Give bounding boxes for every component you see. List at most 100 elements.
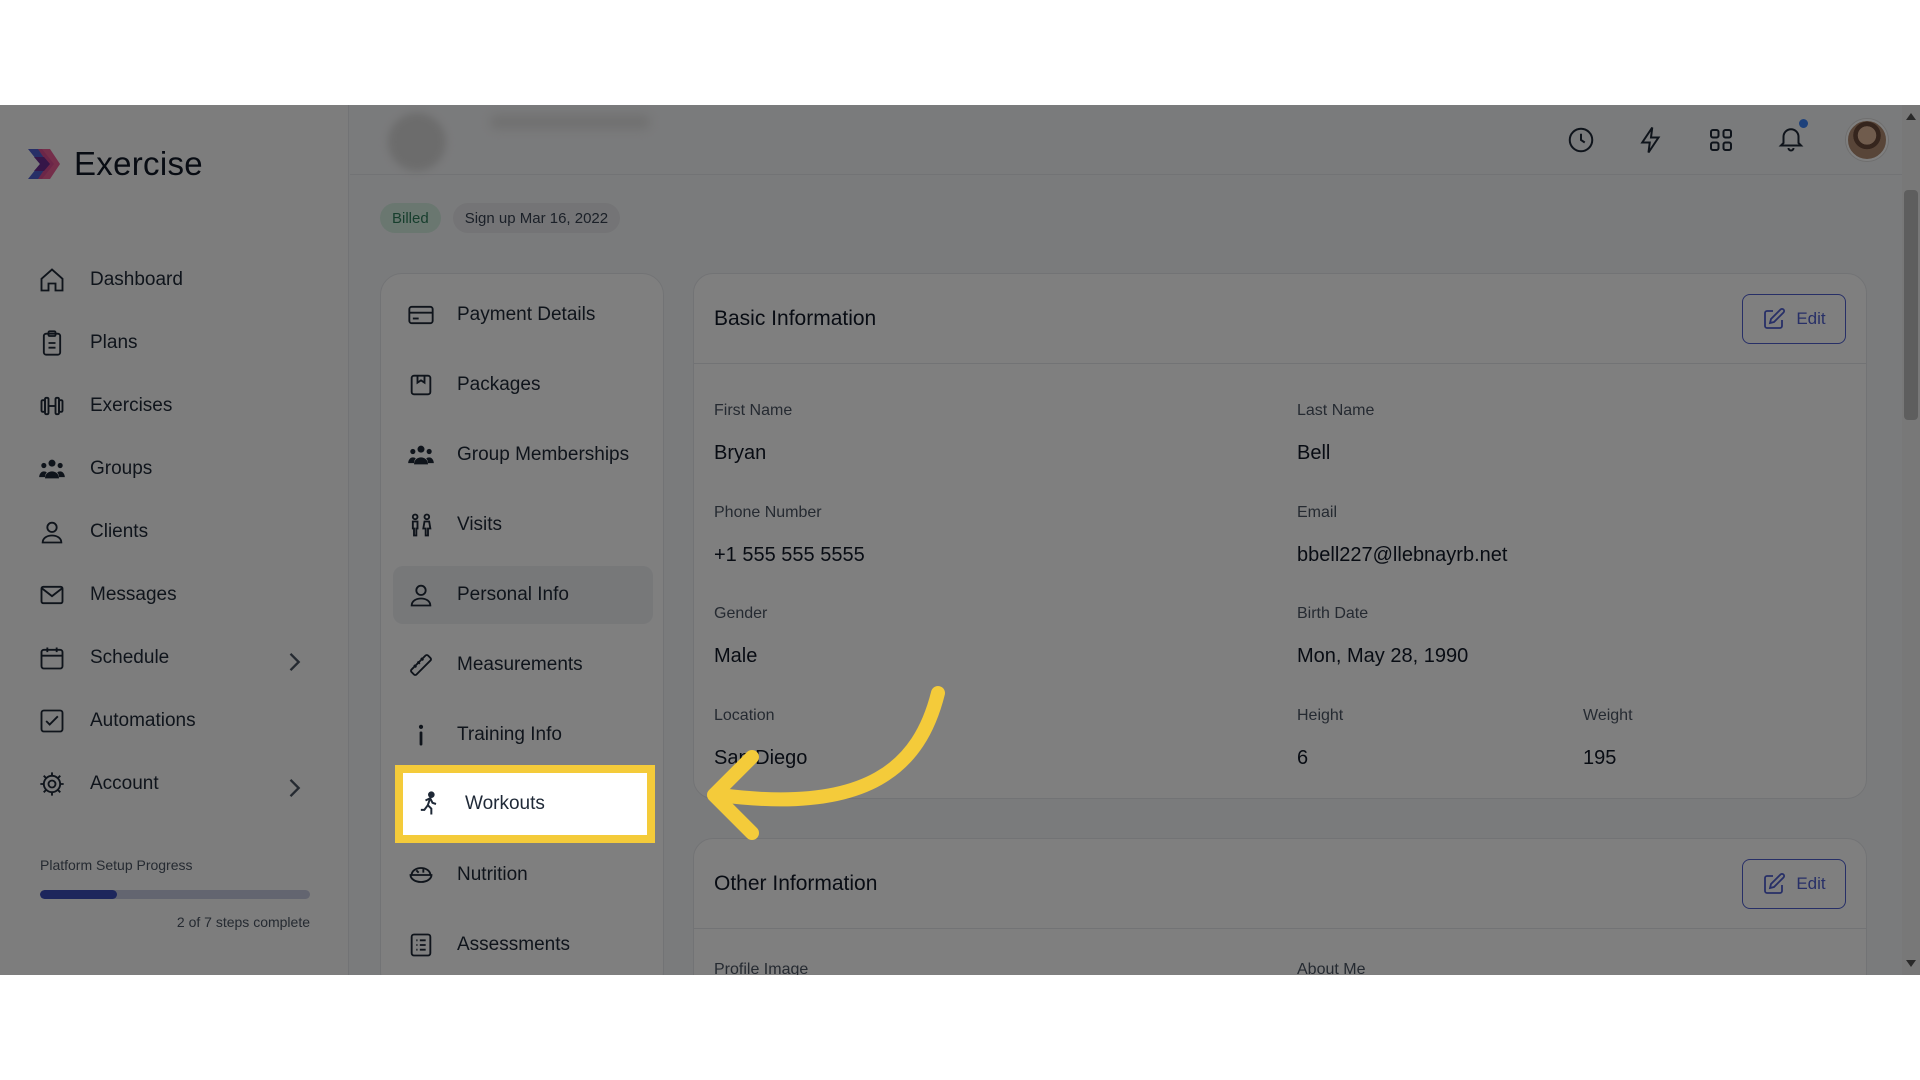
brand[interactable]: Exercise <box>24 145 203 183</box>
nav-item-account[interactable]: Account <box>38 752 308 815</box>
page-scrollbar[interactable] <box>1902 105 1920 975</box>
billed-badge: Billed <box>380 203 441 233</box>
user-avatar[interactable] <box>1846 119 1888 161</box>
dumbbell-icon <box>40 396 64 415</box>
nav-item-label: Messages <box>90 583 177 605</box>
calendar-icon <box>40 647 64 669</box>
submenu-item-payment-details[interactable]: Payment Details <box>393 286 653 344</box>
field-label: Phone Number <box>714 504 822 521</box>
edit-basic-info-button[interactable]: Edit <box>1742 293 1846 344</box>
edit-icon <box>1764 872 1786 894</box>
submenu-item-label: Training Info <box>457 724 562 745</box>
nav-item-clients[interactable]: Clients <box>38 500 308 563</box>
user-icon <box>41 521 63 543</box>
basic-information-header: Basic Information Edit <box>694 274 1866 364</box>
submenu-item-label: Nutrition <box>457 864 528 885</box>
progress-count: 2 of 7 steps complete <box>176 914 310 930</box>
birth-date-field: Birth Date Mon, May 28, 1990 <box>1297 605 1468 668</box>
submenu-item-nutrition[interactable]: Nutrition <box>393 846 653 904</box>
submenu-item-packages[interactable]: Packages <box>393 356 653 414</box>
nav-item-groups[interactable]: Groups <box>38 437 308 500</box>
submenu-item-group-memberships[interactable]: Group Memberships <box>393 426 653 484</box>
submenu-item-label: Visits <box>457 514 503 535</box>
email-field: Email bbell227@llebnayrb.net <box>1297 504 1507 567</box>
chevron-right-icon <box>289 779 301 797</box>
field-value: 6 <box>1297 747 1309 769</box>
progress-track <box>40 890 310 899</box>
field-label: About Me <box>1297 961 1366 975</box>
blurred-client-avatar <box>388 113 446 171</box>
about-me-field: About Me <box>1297 961 1365 975</box>
field-value: Male <box>714 645 758 667</box>
field-value: Bryan <box>714 442 767 464</box>
nav-item-messages[interactable]: Messages <box>38 563 308 626</box>
running-icon <box>420 791 437 815</box>
submenu-item-visits[interactable]: Visits <box>393 496 653 554</box>
card-title: Basic Information <box>714 306 877 330</box>
brand-logo-icon <box>28 149 60 179</box>
apps-grid-icon[interactable] <box>1706 125 1736 155</box>
submenu-item-training-info[interactable]: Training Info <box>393 706 653 764</box>
nav-item-label: Clients <box>90 520 149 542</box>
field-label: Email <box>1297 504 1338 521</box>
submenu-item-label: Group Memberships <box>457 444 630 465</box>
clock-icon[interactable] <box>1566 125 1596 155</box>
submenu-item-label: Assessments <box>457 934 570 955</box>
edit-other-info-button[interactable]: Edit <box>1742 858 1846 909</box>
lightning-icon[interactable] <box>1636 125 1666 155</box>
location-field: Location San Diego <box>714 707 807 770</box>
field-label: Gender <box>714 605 768 622</box>
nav-item-dashboard[interactable]: Dashboard <box>38 248 308 311</box>
nav-item-label: Plans <box>90 331 138 353</box>
submenu-item-label: Payment Details <box>457 304 596 325</box>
phone-field: Phone Number +1 555 555 5555 <box>714 504 865 567</box>
field-value: San Diego <box>714 747 808 769</box>
home-icon <box>40 267 64 291</box>
field-label: Birth Date <box>1297 605 1369 622</box>
sidebar: Exercise Dashboard Plans Exercises Group… <box>0 105 349 975</box>
edit-icon <box>1764 307 1786 329</box>
package-icon <box>410 374 432 396</box>
submenu-item-assessments[interactable]: Assessments <box>393 916 653 974</box>
top-bar <box>350 105 1902 175</box>
main-nav: Dashboard Plans Exercises Groups Clients… <box>38 248 308 815</box>
setup-progress[interactable]: Platform Setup Progress 2 of 7 steps com… <box>40 857 310 930</box>
field-value: Mon, May 28, 1990 <box>1297 645 1469 667</box>
top-actions <box>1566 118 1888 161</box>
scroll-down-arrow[interactable] <box>1906 960 1916 967</box>
card-title: Other Information <box>714 871 878 895</box>
nav-item-label: Groups <box>90 457 153 479</box>
bowl-icon <box>409 867 433 883</box>
profile-image-field: Profile Image <box>714 961 808 975</box>
nav-item-label: Account <box>90 772 159 794</box>
checkbox-icon <box>40 709 64 732</box>
field-value: +1 555 555 5555 <box>714 544 865 566</box>
people-icon <box>411 513 432 537</box>
notifications-button[interactable] <box>1776 118 1808 158</box>
user-icon <box>410 584 432 607</box>
credit-card-icon <box>408 305 434 325</box>
nav-item-exercises[interactable]: Exercises <box>38 374 308 437</box>
submenu-item-workouts[interactable]: Workouts <box>395 765 655 843</box>
field-label: Last Name <box>1297 402 1375 419</box>
signup-badge: Sign up Mar 16, 2022 <box>452 203 621 233</box>
nav-item-plans[interactable]: Plans <box>38 311 308 374</box>
submenu-item-personal-info[interactable]: Personal Info <box>393 566 653 624</box>
scroll-up-arrow[interactable] <box>1906 113 1916 120</box>
submenu-item-measurements[interactable]: Measurements <box>393 636 653 694</box>
gender-field: Gender Male <box>714 605 767 668</box>
app-screen: Exercise Dashboard Plans Exercises Group… <box>0 105 1920 975</box>
progress-label: Platform Setup Progress <box>40 857 193 873</box>
edit-label: Edit <box>1796 308 1826 328</box>
nav-item-automations[interactable]: Automations <box>38 689 308 752</box>
field-value: bbell227@llebnayrb.net <box>1297 544 1508 566</box>
field-label: Location <box>714 707 775 724</box>
nav-item-schedule[interactable]: Schedule <box>38 626 308 689</box>
scroll-thumb[interactable] <box>1904 190 1918 420</box>
submenu-item-label: Personal Info <box>457 584 569 605</box>
field-label: Profile Image <box>714 961 809 975</box>
other-information-header: Other Information Edit <box>694 839 1866 929</box>
nav-item-label: Exercises <box>90 394 173 416</box>
client-badges: Billed Sign up Mar 16, 2022 <box>380 203 621 233</box>
other-information-card: Other Information Edit Profile Image Abo… <box>693 838 1867 975</box>
